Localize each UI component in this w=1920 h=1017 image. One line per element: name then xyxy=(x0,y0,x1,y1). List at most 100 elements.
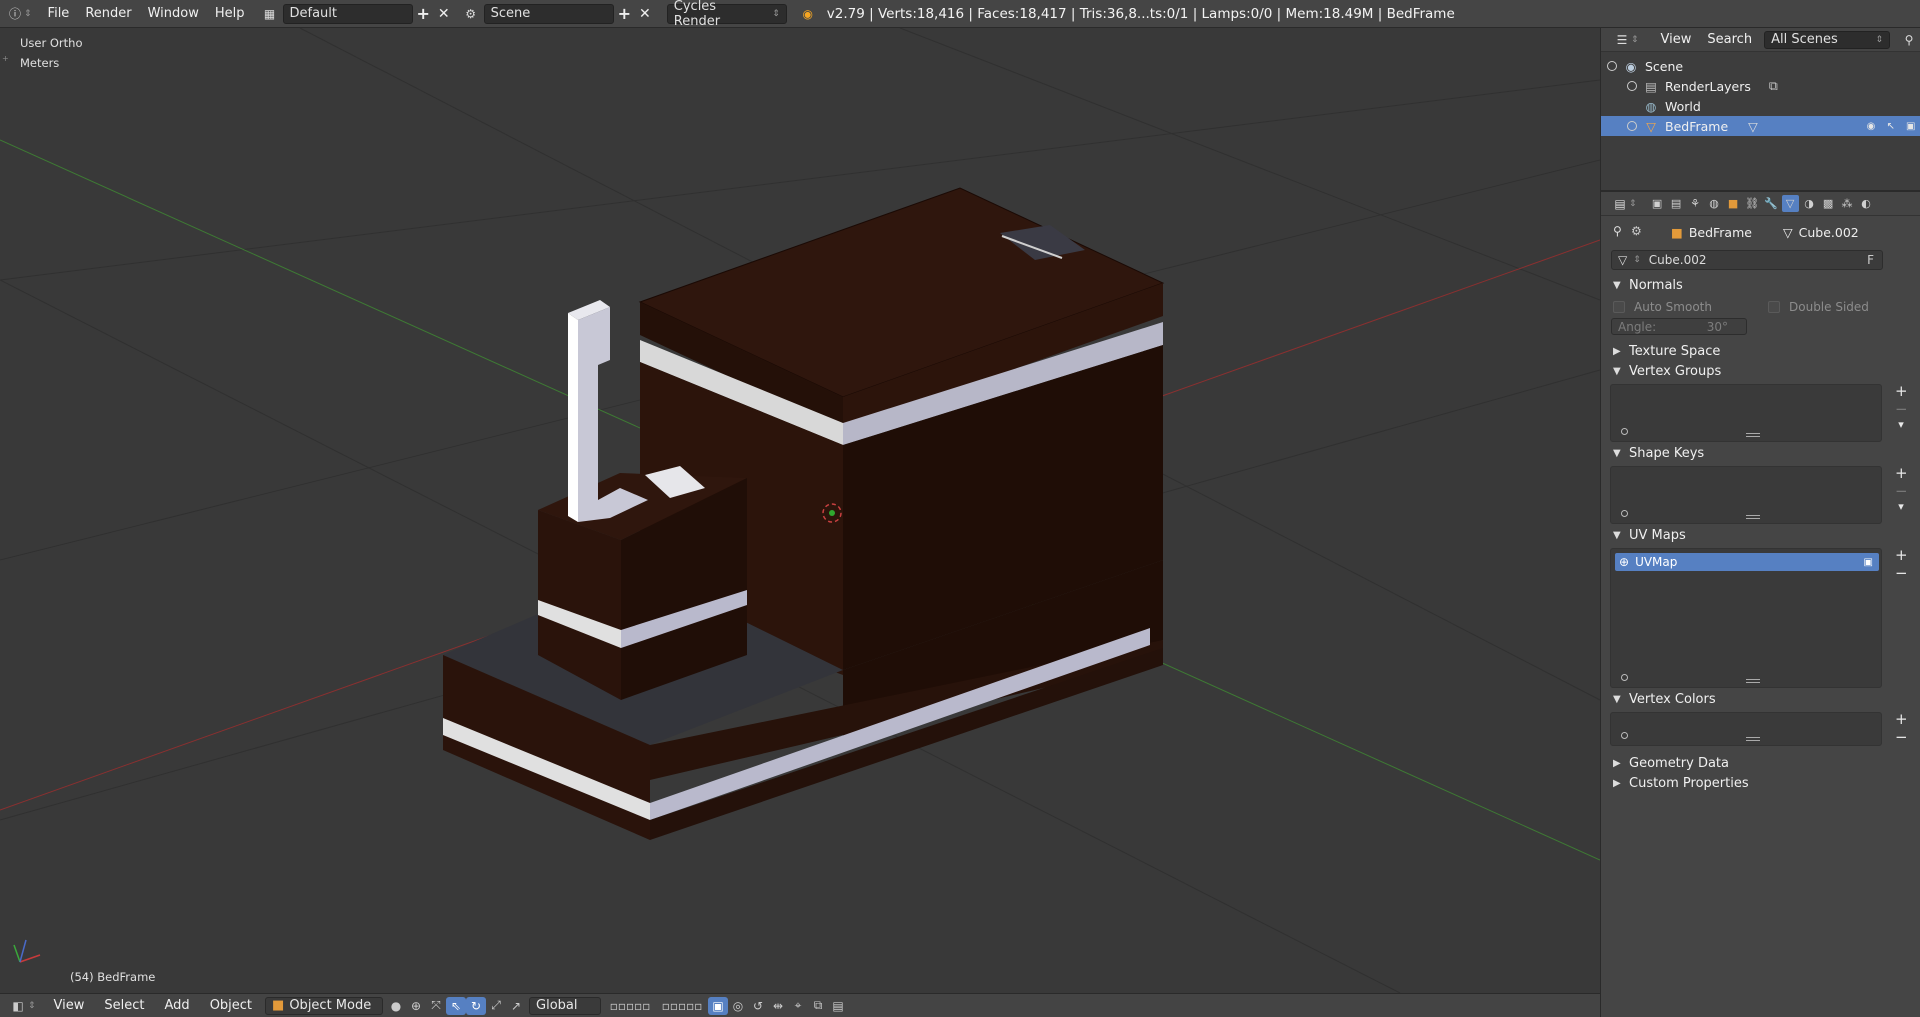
outliner-menu-view[interactable]: View xyxy=(1653,32,1700,47)
snap-toggle-icon[interactable]: ↺ xyxy=(748,997,768,1015)
tab-scene-icon[interactable]: ⚘ xyxy=(1687,195,1704,212)
panel-shape-keys[interactable]: ▼ Shape Keys xyxy=(1613,444,1704,462)
vertex-group-specials-icon[interactable]: ▾ xyxy=(1895,418,1907,431)
panel-texture-space[interactable]: ▶ Texture Space xyxy=(1613,342,1720,360)
list-filter-icon[interactable] xyxy=(1621,428,1628,435)
fake-user-button[interactable]: F xyxy=(1867,253,1874,267)
layers-grid-a-icon[interactable]: ▫▫▫▫▫ xyxy=(604,997,656,1015)
mesh-datablock-field[interactable]: ▽ ⇕ Cube.002 F xyxy=(1611,250,1883,270)
3d-viewport[interactable]: User Ortho Meters (54) BedFrame + xyxy=(0,28,1600,993)
panel-uv-maps[interactable]: ▼ UV Maps xyxy=(1613,526,1686,544)
tab-physics-icon[interactable]: ◐ xyxy=(1858,195,1875,212)
expand-icon[interactable] xyxy=(1627,121,1637,131)
outliner-item-scene[interactable]: ◉ Scene xyxy=(1601,56,1861,76)
tab-material-icon[interactable]: ◑ xyxy=(1801,195,1818,212)
menu-add[interactable]: Add xyxy=(155,998,200,1013)
uv-map-row[interactable]: ⊕ UVMap ▣ xyxy=(1615,553,1879,571)
selectable-cursor-icon[interactable]: ↖ xyxy=(1886,121,1894,132)
render-opengl-icon[interactable]: ⧉ xyxy=(808,997,828,1015)
manipulator-toggle-icon[interactable]: ⤧ xyxy=(426,997,446,1015)
menu-render[interactable]: Render xyxy=(77,0,139,28)
screen-layout-select[interactable]: Default xyxy=(282,3,413,24)
expand-icon[interactable] xyxy=(1607,61,1617,71)
expand-icon[interactable] xyxy=(1627,81,1637,91)
editor-type-arrows-icon[interactable]: ⇕ xyxy=(1631,35,1639,45)
add-vertex-group-button[interactable]: + xyxy=(1895,382,1908,400)
remove-layout-button[interactable]: ✕ xyxy=(434,6,454,22)
tab-modifiers-icon[interactable]: 🔧 xyxy=(1763,195,1780,212)
visibility-eye-icon[interactable]: ◉ xyxy=(1867,121,1876,132)
tab-object-icon[interactable]: ■ xyxy=(1725,195,1742,212)
outliner-menu-search[interactable]: Search xyxy=(1699,32,1760,47)
add-scene-button[interactable]: + xyxy=(614,4,635,23)
uv-maps-list[interactable]: ⊕ UVMap ▣ xyxy=(1610,548,1882,688)
panel-custom-properties[interactable]: ▶ Custom Properties xyxy=(1613,774,1749,792)
list-resize-grip[interactable] xyxy=(1746,679,1760,683)
renderable-camera-icon[interactable]: ▣ xyxy=(1906,121,1915,132)
tab-texture-icon[interactable]: ▩ xyxy=(1820,195,1837,212)
panel-vertex-colors[interactable]: ▼ Vertex Colors xyxy=(1613,690,1716,708)
outliner-item-renderlayers[interactable]: ▤ RenderLayers ⧉ xyxy=(1601,76,1861,96)
editor-type-arrows-icon[interactable]: ⇕ xyxy=(1629,199,1637,209)
browse-arrows-icon[interactable]: ⇕ xyxy=(1633,255,1641,265)
snap-element-icon[interactable]: ⇹ xyxy=(768,997,788,1015)
pivot-point-icon[interactable]: ⊕ xyxy=(406,997,426,1015)
properties-editor-icon[interactable]: ▤ xyxy=(1611,195,1629,213)
auto-smooth-checkbox[interactable]: Auto Smooth xyxy=(1613,300,1712,314)
mode-select[interactable]: ■ Object Mode xyxy=(265,996,384,1015)
render-engine-select[interactable]: Cycles Render ⇕ xyxy=(666,0,787,29)
translate-manipulator-icon[interactable]: ⇖ xyxy=(446,996,467,1015)
editor-type-arrows-icon[interactable]: ⇕ xyxy=(28,1001,36,1011)
menu-select[interactable]: Select xyxy=(94,998,154,1013)
tab-render-icon[interactable]: ▣ xyxy=(1649,195,1666,212)
layers-grid-b-icon[interactable]: ▫▫▫▫▫ xyxy=(656,997,708,1015)
pin-icon[interactable]: ⚲ xyxy=(1613,224,1622,238)
shape-keys-list[interactable] xyxy=(1610,466,1882,524)
add-vertex-color-button[interactable]: + xyxy=(1895,710,1908,728)
editor-type-icon[interactable]: ◧ xyxy=(8,997,28,1015)
list-filter-icon[interactable] xyxy=(1621,732,1628,739)
panel-geometry-data[interactable]: ▶ Geometry Data xyxy=(1613,754,1729,772)
search-icon[interactable]: ⚲ xyxy=(1900,31,1918,49)
active-render-icon[interactable]: ▣ xyxy=(1864,557,1873,568)
tab-particles-icon[interactable]: ⁂ xyxy=(1839,195,1856,212)
outliner-display-select[interactable]: All Scenes ⇕ xyxy=(1764,30,1891,49)
menu-file[interactable]: File xyxy=(40,0,78,28)
vertex-colors-list[interactable] xyxy=(1610,712,1882,746)
scene-icon[interactable]: ⚙ xyxy=(462,5,480,23)
add-shape-key-button[interactable]: + xyxy=(1895,464,1908,482)
panel-normals[interactable]: ▼ Normals xyxy=(1613,276,1683,294)
screen-layout-icon[interactable]: ▦ xyxy=(261,5,279,23)
panel-vertex-groups[interactable]: ▼ Vertex Groups xyxy=(1613,362,1721,380)
remove-shape-key-button[interactable]: − xyxy=(1895,482,1908,500)
remove-vertex-color-button[interactable]: − xyxy=(1895,728,1908,746)
scene-select[interactable]: Scene xyxy=(483,3,614,24)
viewport-shading-icon[interactable]: ● xyxy=(386,997,406,1015)
render-animation-icon[interactable]: ▤ xyxy=(828,997,848,1015)
add-layout-button[interactable]: + xyxy=(413,4,434,23)
tab-world-icon[interactable]: ◍ xyxy=(1706,195,1723,212)
transform-icon[interactable]: ↗ xyxy=(506,997,526,1015)
rotate-manipulator-icon[interactable]: ↻ xyxy=(466,996,487,1015)
list-filter-icon[interactable] xyxy=(1621,674,1628,681)
remove-uv-map-button[interactable]: − xyxy=(1895,564,1908,582)
menu-object[interactable]: Object xyxy=(200,998,262,1013)
remove-vertex-group-button[interactable]: − xyxy=(1895,400,1908,418)
menu-window[interactable]: Window xyxy=(140,0,207,28)
outliner-item-world[interactable]: ◍ World xyxy=(1601,96,1861,116)
angle-field[interactable]: Angle: 30° xyxy=(1611,318,1747,335)
vertex-groups-list[interactable] xyxy=(1610,384,1882,442)
menu-view[interactable]: View xyxy=(44,998,95,1013)
outliner-item-bedframe[interactable]: ▽ BedFrame ▽ xyxy=(1601,116,1861,136)
menu-help[interactable]: Help xyxy=(207,0,253,28)
tab-mesh-data-icon[interactable]: ▽ xyxy=(1781,195,1799,212)
outliner-tree[interactable]: ◉ Scene ▤ RenderLayers ⧉ ◍ World ▽ BedFr… xyxy=(1601,52,1920,192)
lock-camera-icon[interactable]: ▣ xyxy=(708,996,729,1015)
outliner-editor-icon[interactable]: ☰ xyxy=(1613,31,1631,49)
proportional-edit-icon[interactable]: ◎ xyxy=(728,997,748,1015)
orientation-select[interactable]: Global xyxy=(529,996,602,1015)
tab-render-layers-icon[interactable]: ▤ xyxy=(1668,195,1685,212)
scale-manipulator-icon[interactable]: ⤢ xyxy=(486,997,506,1015)
list-resize-grip[interactable] xyxy=(1746,515,1760,519)
double-sided-checkbox[interactable]: Double Sided xyxy=(1768,300,1869,314)
